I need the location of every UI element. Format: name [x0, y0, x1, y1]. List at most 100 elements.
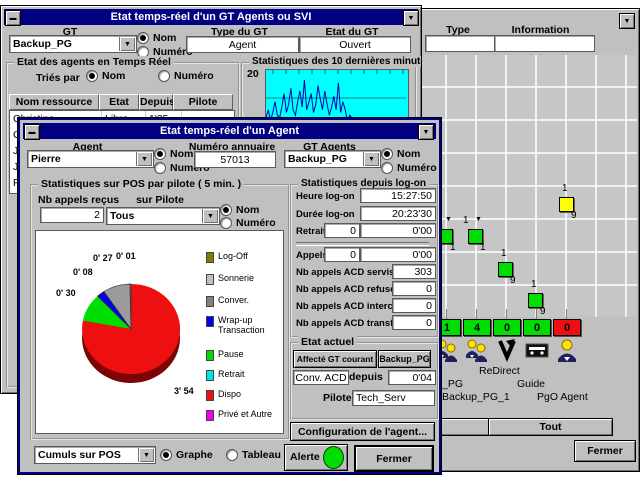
combo-arrow-icon[interactable]: ▼: [136, 152, 152, 166]
fermer-button[interactable]: Fermer: [574, 440, 636, 462]
radio-label: Numéro: [397, 162, 437, 174]
pilote-field: Tech_Serv: [352, 390, 435, 406]
combo-arrow-icon[interactable]: ▼: [202, 209, 218, 223]
pos-stats-title: Statistiques sur POS par pilote ( 5 min.…: [38, 178, 244, 190]
legend-item: Pause: [206, 349, 278, 361]
acd-refuses-field: 0: [392, 281, 436, 296]
alerte-led: [323, 446, 344, 469]
radio-dot: [86, 70, 98, 82]
radio-dot: [381, 148, 393, 160]
gt-courant-button[interactable]: Backup_PG: [378, 350, 431, 368]
radio-nom[interactable]: Nom: [137, 32, 176, 44]
tab-blank[interactable]: [438, 418, 490, 436]
dropdown-button[interactable]: ▼: [619, 13, 635, 29]
agent-window-titlebar[interactable]: Etat temps-réel d'un Agent: [23, 123, 436, 139]
radio-label: Nom: [236, 204, 259, 216]
acd-servis-field: 303: [392, 264, 436, 279]
radio-label: Nom: [102, 70, 125, 82]
counter-badge[interactable]: 0: [493, 319, 521, 336]
radio-pilote-numero[interactable]: Numéro: [220, 217, 276, 229]
flow-node-bottom-count: 9: [510, 275, 516, 286]
radio-graphe[interactable]: Graphe: [160, 449, 213, 461]
retraits-count-field: 0: [324, 223, 360, 238]
counter-badge[interactable]: 4: [463, 319, 491, 336]
radio-sort-numero[interactable]: Numéro: [158, 70, 214, 82]
flow-node-top-count: 1: [463, 215, 469, 226]
radio-dot: [220, 217, 232, 229]
type-field[interactable]: [425, 35, 499, 52]
monitor-window: ▼ Type Information 1▼11▼1191919 14000 2R…: [414, 8, 640, 472]
connector-line: [536, 309, 537, 319]
acd-interceptes-field: 0: [392, 298, 436, 313]
radio-dot: [154, 162, 166, 174]
etat-gt-field: Ouvert: [299, 36, 411, 53]
agent-combobox[interactable]: Pierre ▼: [27, 150, 154, 168]
flow-node-bottom-count: 9: [540, 306, 546, 317]
pie-slice-label: 0' 27: [93, 253, 113, 263]
flow-arrow-icon: ▼: [475, 216, 482, 223]
retraits-time-field: 0'00: [360, 223, 436, 238]
chevron-down-icon: ▼: [423, 129, 430, 136]
flow-node-top-count: 1: [531, 279, 537, 290]
legend-item: Log-Off: [206, 251, 278, 263]
pilote-combobox[interactable]: Tous ▼: [106, 207, 220, 225]
depuis-field: 0'04: [388, 370, 436, 385]
numero-annuaire-field[interactable]: 57013: [194, 151, 276, 168]
tab-tout[interactable]: Tout: [488, 418, 613, 436]
gt-combobox[interactable]: Backup_PG ▼: [9, 35, 137, 53]
cumuls-combobox[interactable]: Cumuls sur POS ▼: [34, 446, 156, 464]
legend-label: Privé et Autre: [218, 409, 272, 419]
radio-tableau[interactable]: Tableau: [226, 449, 281, 461]
combo-arrow-icon[interactable]: ▼: [138, 448, 154, 462]
configuration-button[interactable]: Configuration de l'agent...: [290, 422, 435, 441]
etat-actuel-title: Etat actuel: [298, 336, 357, 348]
legend-label: Wrap-up Transaction: [218, 315, 278, 335]
combo-arrow-icon[interactable]: ▼: [119, 37, 135, 51]
agent-realtime-window: Etat temps-réel d'un Agent ▬ ▼ Agent Pie…: [18, 118, 441, 474]
diagram-label: PgO Agent: [537, 391, 588, 403]
radio-gt-numero[interactable]: Numéro: [381, 162, 437, 174]
connector-line: [446, 309, 447, 319]
radio-dot: [160, 449, 172, 461]
col-etat[interactable]: Etat: [99, 94, 139, 110]
counter-badge[interactable]: 0: [553, 319, 581, 336]
agents-icon[interactable]: [464, 337, 490, 363]
radio-dot: [220, 204, 232, 216]
redirect-icon[interactable]: [494, 337, 520, 363]
gt-window-titlebar[interactable]: Etat temps-réel d'un GT Agents ou SVI: [4, 9, 418, 25]
y-axis-max-label: 20: [247, 68, 259, 80]
agent-icon[interactable]: [554, 337, 580, 363]
affecte-gt-button[interactable]: Affecté GT courant: [293, 350, 377, 368]
radio-pilote-nom[interactable]: Nom: [220, 204, 259, 216]
information-field[interactable]: [494, 35, 595, 52]
window-arrow-button[interactable]: ▼: [418, 124, 434, 140]
diagram-label: ReDirect: [479, 365, 520, 377]
gt-agents-combobox[interactable]: Backup_PG ▼: [284, 150, 381, 168]
acd-servis-label: Nb appels ACD servis: [296, 267, 394, 278]
legend-swatch-icon: [206, 252, 214, 263]
legend-item: Dispo: [206, 389, 278, 401]
radio-label: Numéro: [174, 70, 214, 82]
legend-item: Privé et Autre: [206, 409, 278, 421]
radio-dot: [158, 70, 170, 82]
radio-dot: [226, 449, 238, 461]
combo-arrow-icon[interactable]: ▼: [363, 152, 379, 166]
legend-label: Conver.: [218, 295, 249, 305]
control-menu-button[interactable]: ▬: [5, 10, 21, 26]
nb-recus-field[interactable]: 2: [40, 207, 104, 223]
col-pilote[interactable]: Pilote: [173, 94, 233, 110]
acd-transferes-field: 0: [392, 315, 436, 330]
col-depuis[interactable]: Depuis: [139, 94, 173, 110]
window-arrow-button[interactable]: ▼: [403, 10, 419, 26]
legend-item: Conver.: [206, 295, 278, 307]
fermer-button[interactable]: Fermer: [354, 445, 434, 472]
counter-badge[interactable]: 0: [523, 319, 551, 336]
radio-gt-nom[interactable]: Nom: [381, 148, 420, 160]
divider: [296, 242, 429, 246]
radio-sort-nom[interactable]: Nom: [86, 70, 125, 82]
guide-icon[interactable]: [524, 337, 550, 363]
col-nom-ressource[interactable]: Nom ressource: [9, 94, 99, 110]
legend-label: Log-Off: [218, 251, 248, 261]
cumuls-combobox-value: Cumuls sur POS: [38, 449, 121, 461]
control-menu-button[interactable]: ▬: [24, 124, 40, 140]
